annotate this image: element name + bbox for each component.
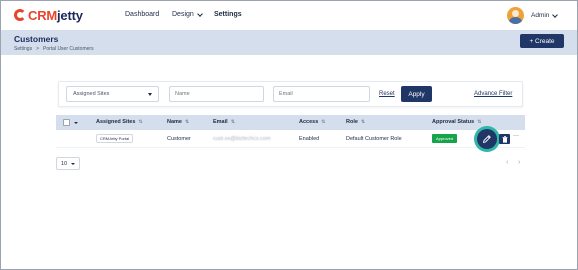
- crmjetty-logo[interactable]: CRMjetty: [14, 6, 83, 24]
- prev-page-button[interactable]: ‹: [506, 159, 508, 166]
- edit-button-inner: [477, 129, 497, 149]
- cell-name: Customer: [167, 136, 191, 142]
- chevron-down-icon: [552, 11, 559, 18]
- delete-button[interactable]: [499, 134, 510, 144]
- breadcrumb-current: Portal User Customers: [43, 46, 94, 52]
- sort-icon: ⇅: [321, 119, 326, 125]
- name-filter-input[interactable]: [169, 86, 264, 102]
- column-approval-status[interactable]: Approval Status ⇅: [432, 119, 481, 125]
- app-window: CRMjetty Dashboard Design Settings Admin…: [0, 0, 578, 270]
- breadcrumb-settings[interactable]: Settings: [14, 46, 32, 52]
- reset-link[interactable]: Reset: [379, 91, 395, 97]
- breadcrumb: Settings > Portal User Customers: [14, 46, 94, 52]
- page-title: Customers: [14, 34, 59, 44]
- sort-icon: ⇅: [138, 119, 143, 125]
- logo-icon: [14, 9, 26, 21]
- caret-down-icon: [71, 162, 76, 165]
- advance-filter-link[interactable]: Advance Filter: [474, 91, 512, 97]
- column-name[interactable]: Name ⇅: [167, 119, 189, 125]
- edit-button[interactable]: [474, 126, 500, 152]
- chevron-down-icon: [196, 10, 203, 17]
- page-header: Customers Settings > Portal User Custome…: [1, 30, 577, 55]
- customers-table: Assigned Sites ⇅ Name ⇅ Email ⇅ Access ⇅ Rol…: [56, 115, 525, 152]
- nav-design[interactable]: Design: [172, 10, 203, 18]
- breadcrumb-separator: >: [36, 46, 39, 52]
- create-button[interactable]: + Create: [520, 34, 564, 48]
- table-row: CRMJetty Portal Customer cust.xx@biztech…: [56, 126, 525, 152]
- cell-access: Enabled: [299, 136, 320, 142]
- column-email[interactable]: Email ⇅: [213, 119, 235, 125]
- pencil-icon: [483, 135, 491, 143]
- bulk-actions-caret-icon[interactable]: [74, 122, 78, 124]
- email-filter-input[interactable]: [273, 86, 370, 102]
- select-all-checkbox[interactable]: [63, 119, 70, 126]
- apply-button[interactable]: Apply: [401, 86, 432, 102]
- sort-icon: ⇅: [477, 119, 482, 125]
- status-badge: Approved: [432, 134, 458, 143]
- user-menu[interactable]: Admin: [531, 11, 559, 19]
- cell-role: Default Customer Role: [346, 136, 402, 142]
- page-size-select[interactable]: 10: [56, 157, 80, 170]
- trash-icon: [502, 135, 507, 143]
- column-access[interactable]: Access ⇅: [299, 119, 325, 125]
- assigned-site-chip: CRMJetty Portal: [96, 134, 134, 143]
- table-header: Assigned Sites ⇅ Name ⇅ Email ⇅ Access ⇅ Rol…: [56, 115, 525, 130]
- sort-icon: ⇅: [184, 119, 190, 125]
- next-page-button[interactable]: ›: [518, 159, 520, 166]
- top-navbar: CRMjetty Dashboard Design Settings Admin: [1, 1, 577, 29]
- avatar[interactable]: [507, 7, 524, 24]
- filter-bar: Assigned Sites Reset Apply Advance Filte…: [58, 81, 523, 107]
- nav-dashboard[interactable]: Dashboard: [125, 11, 159, 18]
- more-actions-icon[interactable]: ···: [513, 133, 519, 139]
- caret-down-icon: [148, 93, 152, 96]
- column-assigned-sites[interactable]: Assigned Sites ⇅: [96, 119, 143, 125]
- sort-icon: ⇅: [360, 119, 366, 125]
- assigned-sites-select[interactable]: Assigned Sites: [66, 86, 159, 102]
- sort-icon: ⇅: [230, 119, 235, 125]
- column-role[interactable]: Role ⇅: [346, 119, 365, 125]
- cell-email: cust.xx@biztechcs.com: [213, 136, 271, 142]
- nav-settings[interactable]: Settings: [214, 11, 242, 18]
- logo-wordmark: CRMjetty: [28, 7, 83, 23]
